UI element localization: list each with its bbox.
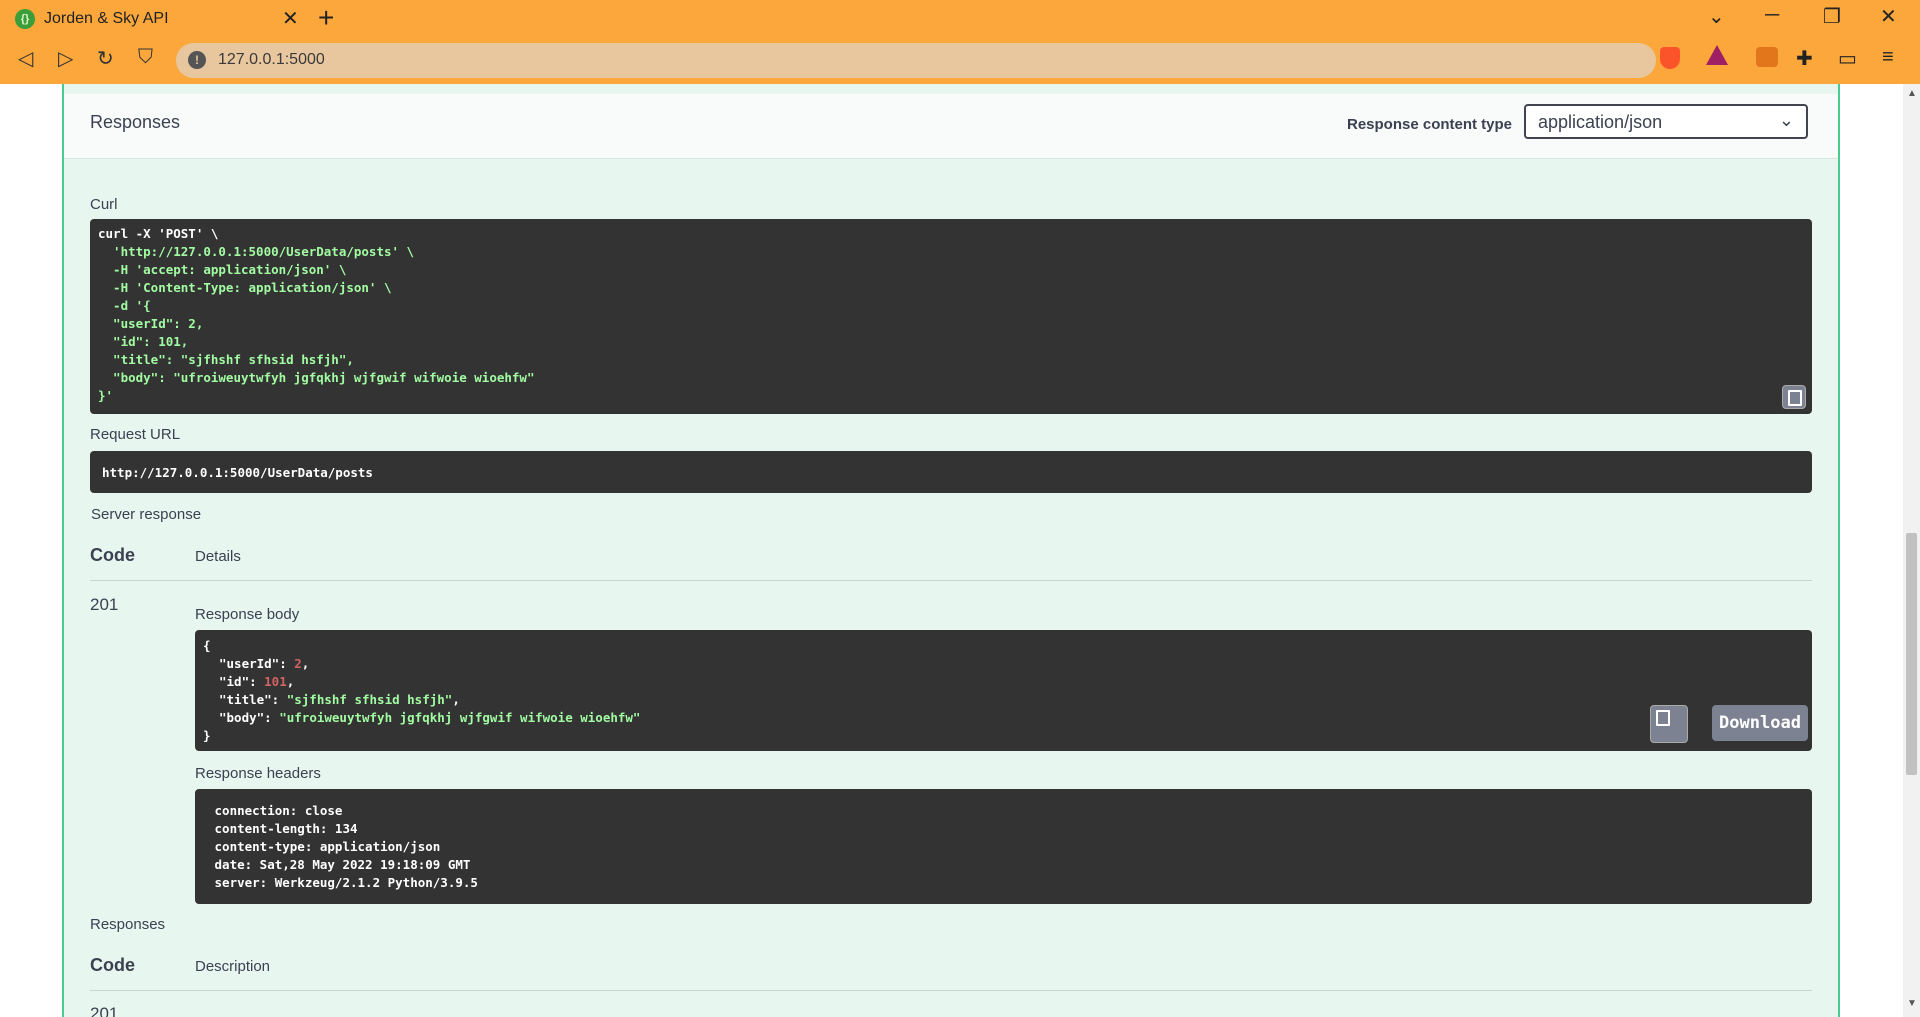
scroll-up-icon[interactable]: ▲ [1907, 88, 1917, 99]
request-url-block[interactable]: http://127.0.0.1:5000/UserData/posts [90, 451, 1812, 493]
curl-line: -d '{ [98, 298, 151, 313]
curl-label: Curl [90, 196, 118, 213]
tab-bar: {} Jorden & Sky API ✕ + ⌄ ─ ❐ ✕ [0, 0, 1920, 37]
curl-line: }' [98, 388, 114, 403]
site-info-icon[interactable]: ! [188, 51, 206, 69]
tab-title: Jorden & Sky API [44, 10, 169, 27]
header-line: date: Sat,28 May 2022 19:18:09 GMT [207, 857, 478, 872]
brave-shields-icon[interactable] [1660, 47, 1680, 69]
server-response-label: Server response [91, 506, 202, 523]
curl-line: curl -X 'POST' \ [98, 226, 219, 241]
menu-icon[interactable]: ≡ [1882, 46, 1894, 69]
copy-curl-icon[interactable] [1782, 385, 1806, 409]
responses-first-code: 201 [90, 1004, 119, 1017]
responses-code-header: Code [90, 955, 135, 975]
responses-description-header: Description [195, 958, 271, 975]
curl-code-block[interactable]: curl -X 'POST' \ 'http://127.0.0.1:5000/… [90, 219, 1812, 414]
response-content-type-value: application/json [1538, 112, 1663, 132]
responses-title: Responses [90, 112, 181, 132]
browser-tab[interactable]: {} Jorden & Sky API ✕ [0, 0, 308, 37]
favicon-icon: {} [15, 9, 35, 29]
copy-response-icon[interactable] [1650, 705, 1688, 743]
forward-icon[interactable]: ▷ [58, 46, 73, 71]
header-line: content-type: application/json [207, 839, 448, 854]
json-line-body: "body": "ufroiweuytwfyh jgfqkhj wjfgwif … [219, 710, 641, 725]
curl-line: "userId": 2, [98, 316, 204, 331]
restore-icon[interactable]: ❐ [1823, 4, 1841, 29]
response-body-label: Response body [195, 606, 300, 623]
minimize-icon[interactable]: ─ [1765, 4, 1779, 27]
download-button[interactable]: Download [1712, 705, 1808, 741]
json-brace: { [203, 638, 211, 653]
extensions-icon[interactable]: ✚ [1796, 46, 1813, 71]
response-headers-label: Response headers [195, 765, 321, 782]
curl-line: "title": "sjfhshf sfhsid hsfjh", [98, 352, 354, 367]
json-line-userid: "userId": 2, [219, 656, 310, 671]
bookmark-icon[interactable]: ⛉ [138, 46, 153, 69]
responses-section-label: Responses [90, 916, 166, 933]
curl-line: -H 'accept: application/json' \ [98, 262, 347, 277]
response-body-block[interactable]: { "userId": 2, "id": 101, "title": "sjfh… [195, 630, 1812, 751]
wallet-icon[interactable]: ▭ [1838, 46, 1857, 71]
header-line: server: Werkzeug/2.1.2 Python/3.9.5 [207, 875, 486, 890]
page-content: Responses Response content type applicat… [0, 84, 1920, 1017]
json-line-title: "title": "sjfhshf sfhsid hsfjh", [219, 692, 460, 707]
curl-line: "id": 101, [98, 334, 189, 349]
back-icon[interactable]: ◁ [18, 46, 33, 71]
reload-icon[interactable]: ↻ [97, 46, 114, 71]
response-content-type-label: Response content type [1347, 116, 1513, 133]
json-brace: } [203, 728, 211, 743]
tab-search-icon[interactable]: ⌄ [1708, 4, 1725, 29]
header-divider [90, 580, 1812, 581]
responses-divider [90, 990, 1812, 991]
window-close-icon[interactable]: ✕ [1880, 4, 1897, 29]
header-line: content-length: 134 [207, 821, 366, 836]
request-url-label: Request URL [90, 426, 181, 443]
code-column-header: Code [90, 545, 135, 565]
chevron-down-icon: ⌄ [1778, 110, 1794, 130]
metamask-icon[interactable] [1756, 47, 1778, 67]
response-code: 201 [90, 595, 119, 614]
scroll-down-icon[interactable]: ▼ [1907, 998, 1917, 1009]
close-tab-icon[interactable]: ✕ [282, 6, 299, 31]
curl-line: -H 'Content-Type: application/json' \ [98, 280, 392, 295]
response-headers-block[interactable]: connection: close content-length: 134 co… [195, 789, 1812, 904]
address-bar[interactable]: ! 127.0.0.1:5000 [176, 43, 1656, 78]
brave-rewards-icon[interactable] [1706, 45, 1728, 65]
new-tab-icon[interactable]: + [318, 2, 334, 34]
operation-block: Responses Response content type applicat… [62, 84, 1840, 1017]
header-line: connection: close [207, 803, 350, 818]
request-url-value: http://127.0.0.1:5000/UserData/posts [102, 465, 373, 480]
curl-line: "body": "ufroiweuytwfyh jgfqkhj wjfgwif … [98, 370, 535, 385]
page-scrollbar[interactable]: ▲ ▼ [1903, 84, 1920, 1017]
url-text[interactable]: 127.0.0.1:5000 [218, 51, 325, 69]
responses-header: Responses Response content type applicat… [64, 94, 1838, 159]
browser-toolbar: ◁ ▷ ↻ ⛉ ! 127.0.0.1:5000 ✚ ▭ ≡ [0, 37, 1920, 84]
response-content-type-select[interactable]: application/json ⌄ [1524, 104, 1808, 139]
scrollbar-thumb[interactable] [1906, 533, 1917, 775]
json-line-id: "id": 101, [219, 674, 295, 689]
details-column-header: Details [195, 548, 241, 565]
curl-line: 'http://127.0.0.1:5000/UserData/posts' \ [98, 244, 415, 259]
